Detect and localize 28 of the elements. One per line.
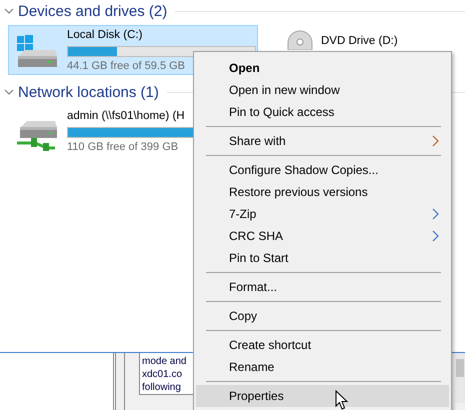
menu-item[interactable]: Format... (196, 276, 449, 298)
menu-item[interactable]: Copy (196, 305, 449, 327)
drive-name: admin (\\fs01\home) (H (67, 109, 185, 124)
scrollbar[interactable] (455, 353, 465, 403)
chevron-icon[interactable] (4, 87, 14, 97)
menu-item[interactable]: Restore previous versions (196, 181, 449, 203)
drive-name: Local Disk (C:) (67, 28, 142, 43)
group-title[interactable]: Network locations (1) (18, 84, 159, 100)
free-space-text: 110 GB free of 399 GB (67, 140, 178, 155)
menu-item[interactable]: 7-Zip (196, 203, 449, 225)
group-title[interactable]: Devices and drives (2) (18, 2, 168, 20)
menu-item[interactable]: Create shortcut (196, 334, 449, 356)
menu-item[interactable]: Pin to Start (196, 247, 449, 269)
chevron-icon[interactable] (4, 6, 14, 16)
menu-item[interactable]: Configure Shadow Copies... (196, 159, 449, 181)
text-line: following (142, 381, 181, 394)
cursor-icon (335, 390, 349, 410)
free-space-text: 44.1 GB free of 59.5 GB (67, 59, 186, 74)
drive-icon (15, 34, 59, 70)
menu-item[interactable]: Share with (196, 130, 449, 152)
menu-item[interactable]: Rename (196, 356, 449, 378)
menu-item[interactable]: Open in new window (196, 79, 449, 101)
menu-item[interactable]: CRC SHA (196, 225, 449, 247)
menu-item[interactable]: Pin to Quick access (196, 101, 449, 123)
menu-item[interactable]: Properties (196, 385, 449, 407)
drive-name: DVD Drive (D:) (321, 34, 398, 49)
text-line: xdc01.co (142, 368, 182, 381)
text-line: mode and (142, 355, 186, 368)
